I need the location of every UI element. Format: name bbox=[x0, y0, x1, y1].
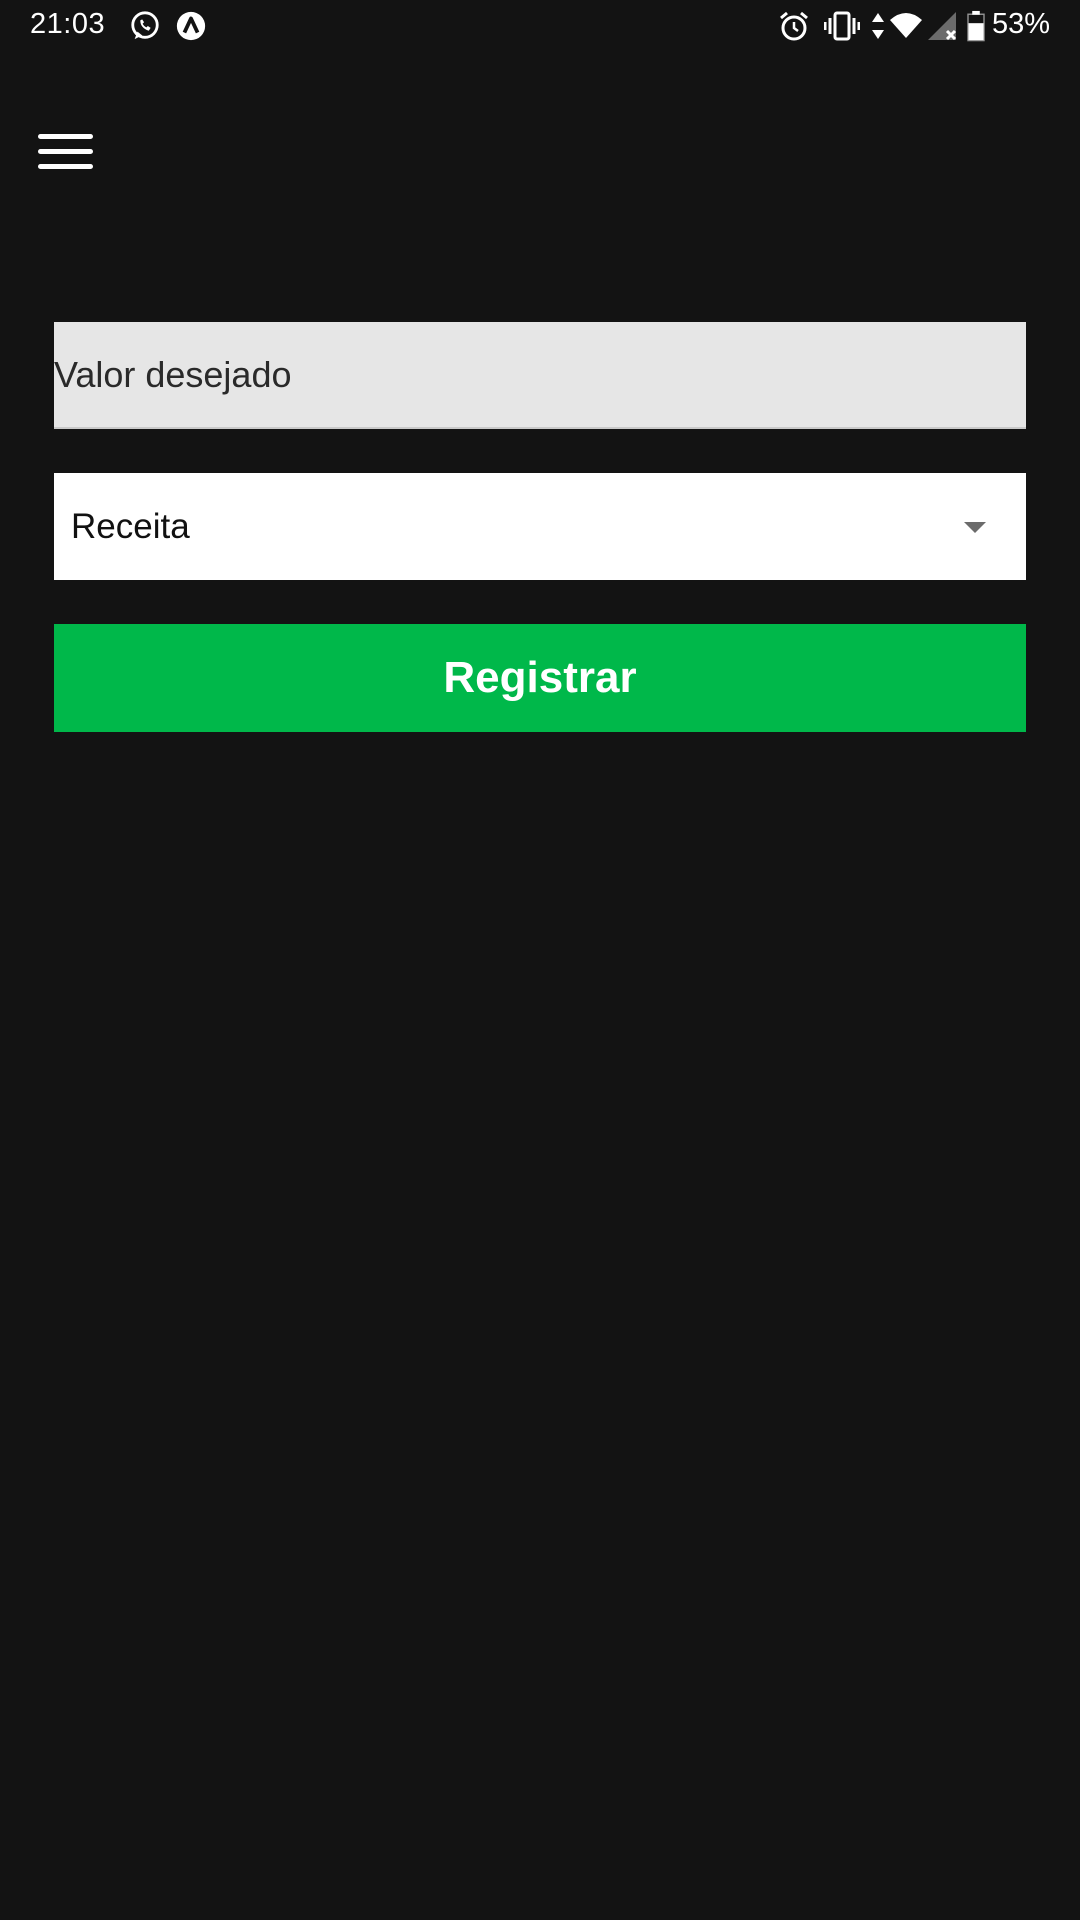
whatsapp-icon bbox=[131, 11, 159, 40]
navigation-app-icon bbox=[176, 11, 206, 41]
dropdown-caret-icon bbox=[964, 522, 986, 533]
alarm-icon bbox=[780, 11, 808, 41]
transaction-type-selected-value: Receita bbox=[71, 507, 190, 546]
register-button[interactable]: Registrar bbox=[54, 624, 1026, 732]
status-bar: 21:03 53% bbox=[0, 0, 1080, 54]
battery-percent: 53% bbox=[991, 8, 1050, 40]
data-arrows-icon bbox=[872, 13, 884, 39]
vibrate-icon bbox=[824, 11, 860, 41]
amount-input[interactable] bbox=[54, 322, 1026, 429]
menu-line bbox=[37, 148, 93, 154]
hamburger-menu-icon[interactable] bbox=[26, 118, 104, 184]
menu-line bbox=[37, 163, 93, 169]
transaction-type-select[interactable]: Receita bbox=[54, 473, 1026, 580]
wifi-icon bbox=[890, 13, 922, 38]
battery-icon bbox=[967, 10, 985, 42]
menu-line bbox=[37, 133, 93, 139]
status-time: 21:03 bbox=[30, 8, 106, 40]
no-signal-icon bbox=[928, 12, 957, 41]
